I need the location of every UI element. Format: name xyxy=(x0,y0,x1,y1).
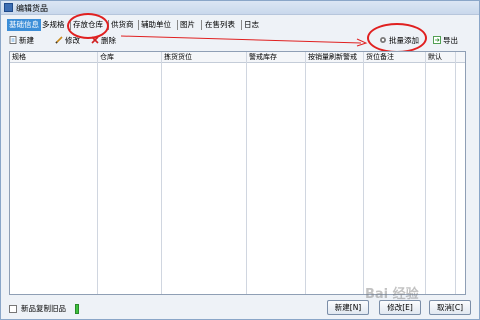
tab-on-sale-list[interactable]: 在售列表 xyxy=(205,19,235,31)
column-header-location-note[interactable]: 货位备注 xyxy=(364,52,394,63)
delete-button-label: 删除 xyxy=(101,36,116,45)
column-header-default[interactable]: 默认 xyxy=(426,52,442,63)
column-divider xyxy=(425,52,426,294)
pencil-icon xyxy=(55,36,63,44)
tab-divider xyxy=(201,20,202,30)
column-divider xyxy=(97,52,98,294)
tab-divider xyxy=(241,20,242,30)
column-divider xyxy=(246,52,247,294)
tab-divider xyxy=(177,20,178,30)
watermark: Bai 经验 xyxy=(365,287,419,302)
column-divider xyxy=(305,52,306,294)
column-header-alert-stock[interactable]: 警戒库存 xyxy=(247,52,277,63)
column-divider xyxy=(161,52,162,294)
app-icon xyxy=(4,3,13,12)
export-label: 导出 xyxy=(443,36,458,45)
annotation-arrow xyxy=(121,35,368,47)
grid-header: 规格 仓库 拣货货位 警戒库存 按销量刷新警戒 货位备注 默认 xyxy=(10,52,465,63)
export-icon xyxy=(433,36,441,44)
copy-old-product-label: 新品复制旧品 xyxy=(21,304,66,313)
tab-aux-unit[interactable]: 辅助单位 xyxy=(141,19,171,31)
status-indicator xyxy=(75,304,79,314)
column-divider xyxy=(363,52,364,294)
tab-basic-info[interactable]: 基础信息 xyxy=(7,19,41,31)
annotation-circle-batch-add xyxy=(367,23,427,53)
edit-product-window: 编辑货品 基础信息 多规格 存放仓库 供货商 辅助单位 图片 在售列表 日志 新… xyxy=(0,0,480,320)
tab-divider xyxy=(138,20,139,30)
column-header-refresh-by-sales[interactable]: 按销量刷新警戒 xyxy=(306,52,357,63)
tab-multi-spec[interactable]: 多规格 xyxy=(42,19,65,31)
new-document-icon xyxy=(9,36,17,44)
tab-supplier[interactable]: 供货商 xyxy=(111,19,134,31)
footer-new-button[interactable]: 新建[N] xyxy=(327,300,369,315)
warehouse-grid[interactable]: 规格 仓库 拣货货位 警戒库存 按销量刷新警戒 货位备注 默认 xyxy=(9,51,466,295)
column-header-pick-location[interactable]: 拣货货位 xyxy=(162,52,192,63)
footer-cancel-button[interactable]: 取消[C] xyxy=(429,300,471,315)
tab-images[interactable]: 图片 xyxy=(180,19,195,31)
new-button[interactable]: 新建 xyxy=(9,35,34,47)
title-bar: 编辑货品 xyxy=(1,1,479,15)
copy-old-product-checkbox[interactable] xyxy=(9,305,17,313)
footer-edit-button[interactable]: 修改[E] xyxy=(379,300,421,315)
column-header-spec[interactable]: 规格 xyxy=(10,52,26,63)
column-divider xyxy=(455,52,456,294)
export-button[interactable]: 导出 xyxy=(433,35,458,47)
window-title: 编辑货品 xyxy=(16,4,48,13)
new-button-label: 新建 xyxy=(19,36,34,45)
annotation-circle-storage-tab xyxy=(67,13,109,39)
tab-log[interactable]: 日志 xyxy=(244,19,259,31)
column-header-warehouse[interactable]: 仓库 xyxy=(98,52,114,63)
